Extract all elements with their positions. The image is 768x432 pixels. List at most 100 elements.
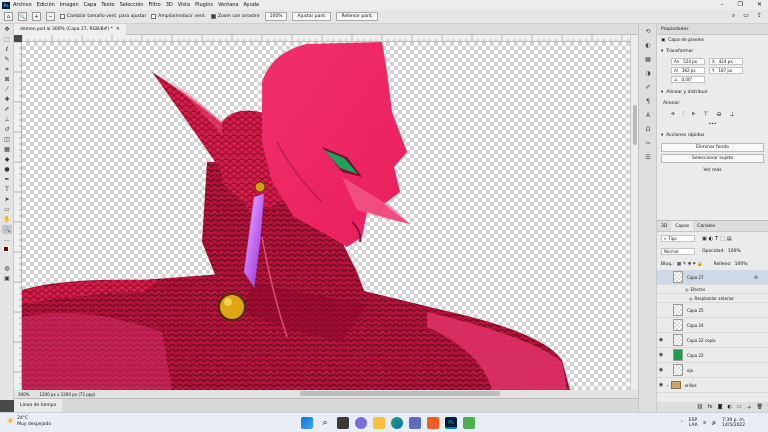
workspace-icon[interactable]: ▭ bbox=[743, 12, 749, 20]
search-icon[interactable]: ⌕ bbox=[732, 12, 735, 20]
align-right-icon[interactable]: ⫸ bbox=[692, 110, 695, 118]
scrubby-zoom-option[interactable]: Zoom con arrastre bbox=[210, 14, 260, 19]
zoom-in-icon[interactable]: + bbox=[32, 12, 41, 21]
quick-mask-icon[interactable]: ◍ bbox=[2, 264, 12, 273]
eraser-tool-icon[interactable]: ◫ bbox=[2, 135, 12, 144]
opacity-value[interactable]: 100% bbox=[728, 249, 741, 254]
marquee-tool-icon[interactable]: ⬚ bbox=[2, 35, 12, 44]
see-more-link[interactable]: Ver más bbox=[657, 165, 768, 176]
tab-3d[interactable]: 3D bbox=[657, 221, 671, 231]
path-selection-icon[interactable]: ➤ bbox=[2, 195, 12, 204]
edge-icon[interactable] bbox=[391, 417, 403, 429]
zoom-all-option[interactable]: Ampliar/reducir vent. bbox=[151, 14, 206, 19]
fill-value[interactable]: 100% bbox=[735, 262, 748, 267]
healing-brush-icon[interactable]: ✚ bbox=[2, 95, 12, 104]
crop-tool-icon[interactable]: ⌗ bbox=[2, 65, 12, 74]
select-subject-button[interactable]: Seleccionar sujeto bbox=[661, 154, 764, 163]
wifi-icon[interactable]: ≋ bbox=[703, 421, 707, 426]
y-field[interactable]: Y 187 px bbox=[709, 67, 743, 74]
remove-background-button[interactable]: Eliminar fondo bbox=[661, 143, 764, 152]
clone-stamp-icon[interactable]: ⊥ bbox=[2, 115, 12, 124]
fit-screen-button[interactable]: Ajustar pant. bbox=[292, 12, 332, 21]
zoom-100-button[interactable]: 100% bbox=[264, 12, 288, 21]
vertical-scrollbar[interactable] bbox=[630, 35, 638, 390]
zoom-tool-sidebar-icon[interactable]: 🔍 bbox=[2, 225, 12, 234]
align-bottom-icon[interactable]: ⊥ bbox=[730, 111, 735, 118]
tab-capas[interactable]: Capas bbox=[671, 221, 694, 231]
quick-select-tool-icon[interactable]: ✎ bbox=[2, 55, 12, 64]
fill-screen-button[interactable]: Rellenar pant. bbox=[336, 12, 378, 21]
zoom-level[interactable]: 300% bbox=[18, 392, 29, 397]
blur-tool-icon[interactable]: ◆ bbox=[2, 155, 12, 164]
history-icon[interactable]: ⟲ bbox=[642, 28, 654, 38]
brush-settings-icon[interactable]: ✐ bbox=[642, 84, 654, 94]
chevron-right-icon[interactable]: › bbox=[667, 383, 669, 388]
menu-imagen[interactable]: Imagen bbox=[60, 2, 79, 8]
filter-icons[interactable]: ▣◐T⬚▤ bbox=[702, 236, 734, 242]
file-explorer-icon[interactable] bbox=[373, 417, 385, 429]
vertical-scroll-thumb[interactable] bbox=[633, 105, 637, 145]
color-icon[interactable]: ◐ bbox=[642, 42, 654, 52]
swatches-icon[interactable]: ▦ bbox=[642, 56, 654, 66]
menu-vista[interactable]: Vista bbox=[178, 2, 190, 8]
width-field[interactable]: An 524 px bbox=[671, 58, 705, 65]
clock-date[interactable]: 14/5/2022 bbox=[722, 423, 745, 428]
layer-row[interactable]: Capa 27 fx bbox=[657, 270, 768, 285]
frame-tool-icon[interactable]: ⊠ bbox=[2, 75, 12, 84]
pen-tool-icon[interactable]: ✒ bbox=[2, 175, 12, 184]
menu-archivo[interactable]: Archivo bbox=[13, 2, 32, 8]
menu-capa[interactable]: Capa bbox=[84, 2, 97, 8]
resize-windows-checkbox[interactable] bbox=[60, 14, 65, 19]
blend-mode-select[interactable]: Normal bbox=[661, 248, 695, 255]
character-icon[interactable]: A bbox=[642, 112, 654, 122]
layer-row[interactable]: Capa 25 bbox=[657, 303, 768, 318]
paragraph-icon[interactable]: ¶ bbox=[642, 98, 654, 108]
chevron-up-icon[interactable]: ⌃ bbox=[680, 421, 684, 426]
adjustments-icon[interactable]: ◑ bbox=[642, 70, 654, 80]
zoom-tool-icon[interactable]: 🔍 bbox=[18, 12, 27, 21]
menu-plugins[interactable]: Plugins bbox=[195, 2, 213, 8]
document-canvas[interactable] bbox=[22, 42, 630, 390]
type-tool-icon[interactable]: T bbox=[2, 185, 12, 194]
quick-actions-header[interactable]: ▾ Acciones rápidas bbox=[657, 130, 768, 141]
menu-texto[interactable]: Texto bbox=[101, 2, 114, 8]
start-icon[interactable] bbox=[301, 417, 313, 429]
align-section-header[interactable]: ▾ Alinear y distribuir bbox=[657, 87, 768, 98]
menu-edicion[interactable]: Edición bbox=[37, 2, 55, 8]
search-taskbar-icon[interactable]: ⌕ bbox=[319, 417, 331, 429]
trash-icon[interactable]: 🗑 bbox=[757, 404, 763, 410]
menu-filtro[interactable]: Filtro bbox=[148, 2, 160, 8]
layer-filter-select[interactable]: ⌕ Tipo bbox=[661, 235, 695, 242]
transform-section-header[interactable]: ▾ Transformar bbox=[657, 46, 768, 57]
lasso-tool-icon[interactable]: ℓ bbox=[2, 45, 12, 54]
close-tab-icon[interactable]: ✕ bbox=[116, 27, 120, 32]
align-left-icon[interactable]: ⫷ bbox=[671, 110, 674, 118]
dodge-tool-icon[interactable]: ● bbox=[2, 165, 12, 174]
rectangle-tool-icon[interactable]: ▭ bbox=[2, 205, 12, 214]
tab-canales[interactable]: Canales bbox=[693, 221, 719, 231]
screen-mode-icon[interactable]: ▣ bbox=[2, 274, 12, 283]
height-field[interactable]: Al 382 px bbox=[671, 67, 705, 74]
move-tool-icon[interactable]: ✥ bbox=[2, 25, 12, 34]
language-bottom[interactable]: LAA bbox=[689, 423, 698, 428]
layer-row[interactable]: Capa 24 bbox=[657, 318, 768, 333]
brush-tool-icon[interactable]: ✐ bbox=[2, 105, 12, 114]
link-icon[interactable]: ⛓ bbox=[697, 404, 703, 410]
menu-ayuda[interactable]: Ayuda bbox=[244, 2, 259, 8]
hand-tool-icon[interactable]: ✋ bbox=[2, 215, 12, 224]
brave-icon[interactable] bbox=[427, 417, 439, 429]
history-brush-icon[interactable]: ↺ bbox=[2, 125, 12, 134]
angle-field[interactable]: ∠ 0,00° bbox=[671, 76, 705, 83]
layer-effects-row[interactable]: ◎ Efectos bbox=[657, 285, 768, 294]
app-icon[interactable] bbox=[463, 417, 475, 429]
layer-row[interactable]: ◉ ojo. bbox=[657, 363, 768, 378]
glyphs-icon[interactable]: Ω bbox=[642, 126, 654, 136]
align-middle-icon[interactable]: ⊖ bbox=[717, 111, 722, 118]
horizontal-scroll-thumb[interactable] bbox=[300, 391, 500, 396]
menu-3d[interactable]: 3D bbox=[166, 2, 173, 8]
group-icon[interactable]: ▭ bbox=[737, 404, 742, 410]
layer-row[interactable]: ◉ Capa 22 bbox=[657, 348, 768, 363]
align-top-icon[interactable]: ⊤ bbox=[703, 111, 708, 118]
maximize-icon[interactable]: ❐ bbox=[738, 1, 743, 8]
mask-icon[interactable]: ◙ bbox=[718, 404, 723, 410]
